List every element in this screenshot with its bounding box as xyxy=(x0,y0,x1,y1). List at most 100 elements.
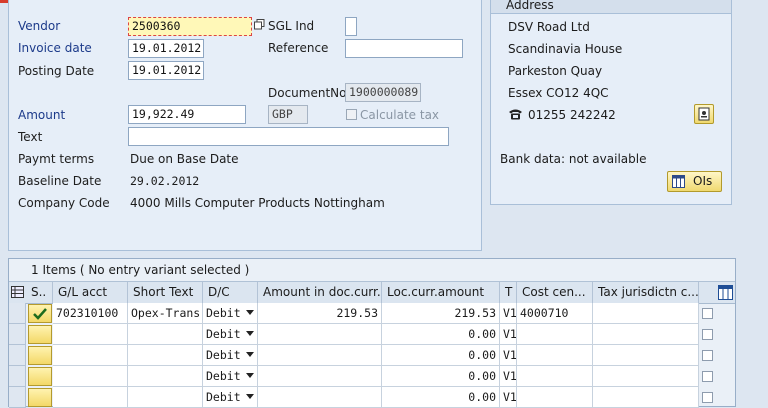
cell-amount-local[interactable]: 0.00 xyxy=(382,345,500,366)
cell-cost-center[interactable] xyxy=(517,387,593,408)
col-tax-code[interactable]: T xyxy=(500,282,517,303)
table-settings-icon[interactable] xyxy=(11,285,24,299)
cell-tax-jurisdiction[interactable] xyxy=(593,345,699,366)
row-checkbox[interactable] xyxy=(702,329,713,340)
cell-debit-credit[interactable]: Debit xyxy=(203,387,258,408)
col-gl-account[interactable]: G/L acct xyxy=(53,282,128,303)
col-status[interactable]: S.. xyxy=(26,282,53,303)
col-short-text[interactable]: Short Text xyxy=(128,282,203,303)
posting-date-input[interactable]: 19.01.2012 xyxy=(128,61,204,80)
col-amount-doc[interactable]: Amount in doc.curr. xyxy=(258,282,382,303)
cell-debit-credit-text: Debit xyxy=(206,348,241,362)
cell-amount-local[interactable]: 219.53 xyxy=(382,303,500,324)
row-status-button[interactable] xyxy=(28,388,52,407)
dropdown-arrow-icon[interactable] xyxy=(246,394,254,399)
col-cost-center[interactable]: Cost cen... xyxy=(517,282,593,303)
cell-short-text[interactable] xyxy=(128,387,203,408)
cell-tax-code[interactable]: V1 xyxy=(500,303,517,324)
bank-data-text: Bank data: not available xyxy=(500,152,647,166)
vendor-search-icon[interactable] xyxy=(254,19,265,30)
cell-tax-code[interactable]: V1 xyxy=(500,324,517,345)
cell-tax-jurisdiction[interactable] xyxy=(593,324,699,345)
row-selector[interactable] xyxy=(9,303,26,324)
cell-tax-code-text: V1 xyxy=(503,327,517,341)
cell-cost-center[interactable] xyxy=(517,324,593,345)
cell-amount-doc[interactable] xyxy=(258,345,382,366)
cell-debit-credit[interactable]: Debit xyxy=(203,324,258,345)
column-config-icon[interactable] xyxy=(718,285,733,300)
table-row[interactable]: Debit 0.00 V1 xyxy=(9,345,735,366)
table-row[interactable]: Debit 0.00 V1 xyxy=(9,324,735,345)
row-selector[interactable] xyxy=(9,387,26,408)
cell-gl-account[interactable] xyxy=(53,387,128,408)
dropdown-arrow-icon[interactable] xyxy=(246,310,254,315)
row-checkbox[interactable] xyxy=(702,308,713,319)
cell-tax-code[interactable]: V1 xyxy=(500,366,517,387)
dropdown-arrow-icon[interactable] xyxy=(246,373,254,378)
cell-cost-center[interactable]: 4000710 xyxy=(517,303,593,324)
cell-amount-doc[interactable]: 219.53 xyxy=(258,303,382,324)
row-selector[interactable] xyxy=(9,366,26,387)
open-items-button[interactable]: OIs xyxy=(667,171,722,192)
cell-cost-center[interactable] xyxy=(517,366,593,387)
cell-tax-code[interactable]: V1 xyxy=(500,345,517,366)
address-line-1: DSV Road Ltd xyxy=(508,20,590,34)
cell-tax-code[interactable]: V1 xyxy=(500,387,517,408)
col-tax-jurisdiction[interactable]: Tax jurisdictn c... xyxy=(593,282,699,303)
dropdown-arrow-icon[interactable] xyxy=(246,352,254,357)
phone-number: 01255 242242 xyxy=(528,108,616,122)
row-status-button[interactable] xyxy=(28,304,52,323)
cell-cost-center[interactable] xyxy=(517,345,593,366)
cell-short-text[interactable] xyxy=(128,366,203,387)
cell-tax-jurisdiction[interactable] xyxy=(593,366,699,387)
col-debit-credit[interactable]: D/C xyxy=(203,282,258,303)
row-status-button[interactable] xyxy=(28,325,52,344)
dropdown-arrow-icon[interactable] xyxy=(246,331,254,336)
col-amount-local[interactable]: Loc.curr.amount xyxy=(382,282,500,303)
cell-short-text[interactable] xyxy=(128,324,203,345)
cell-debit-credit[interactable]: Debit xyxy=(203,303,258,324)
cell-short-text[interactable] xyxy=(128,345,203,366)
row-checkbox[interactable] xyxy=(702,350,713,361)
row-selector[interactable] xyxy=(9,345,26,366)
cell-debit-credit[interactable]: Debit xyxy=(203,366,258,387)
cell-amount-doc[interactable] xyxy=(258,366,382,387)
cell-amount-doc[interactable] xyxy=(258,387,382,408)
text-input[interactable] xyxy=(128,127,449,146)
posting-date-label: Posting Date xyxy=(18,64,95,78)
amount-input[interactable]: 19,922.49 xyxy=(128,105,246,124)
cell-gl-account[interactable] xyxy=(53,345,128,366)
cell-short-text[interactable]: Opex-Trans... xyxy=(128,303,203,324)
address-detail-button[interactable] xyxy=(694,104,714,124)
row-status-button[interactable] xyxy=(28,367,52,386)
vendor-input[interactable]: 2500360 xyxy=(128,17,252,36)
table-row[interactable]: Debit 0.00 V1 xyxy=(9,366,735,387)
sgl-ind-label: SGL Ind xyxy=(268,19,315,33)
cell-gl-account[interactable]: 702310100 xyxy=(53,303,128,324)
sgl-ind-input[interactable] xyxy=(345,17,357,36)
table-row[interactable]: 702310100 Opex-Trans... Debit 219.53 219.53 V… xyxy=(9,303,735,324)
contact-card-icon xyxy=(698,107,710,121)
cell-amount-local[interactable]: 0.00 xyxy=(382,324,500,345)
table-row[interactable]: Debit 0.00 V1 xyxy=(9,387,735,408)
cell-gl-account[interactable] xyxy=(53,324,128,345)
items-table: 1 Items ( No entry variant selected ) S.… xyxy=(8,258,736,408)
cell-amount-doc[interactable] xyxy=(258,324,382,345)
cell-tax-jurisdiction[interactable] xyxy=(593,303,699,324)
cell-amount-local[interactable]: 0.00 xyxy=(382,387,500,408)
cell-gl-account[interactable] xyxy=(53,366,128,387)
cell-debit-credit[interactable]: Debit xyxy=(203,345,258,366)
row-checkbox[interactable] xyxy=(702,392,713,403)
row-status-button[interactable] xyxy=(28,346,52,365)
cell-amount-doc-text: 219.53 xyxy=(336,306,378,320)
cell-tax-jurisdiction[interactable] xyxy=(593,387,699,408)
reference-input[interactable] xyxy=(345,39,463,58)
invoice-date-input[interactable]: 19.01.2012 xyxy=(128,39,204,58)
baseline-date-label: Baseline Date xyxy=(18,174,102,188)
row-selector[interactable] xyxy=(9,324,26,345)
company-code-value: 4000 Mills Computer Products Nottingham xyxy=(130,196,385,210)
document-no-field: 1900000089 xyxy=(345,83,421,102)
cell-amount-local[interactable]: 0.00 xyxy=(382,366,500,387)
calculate-tax-checkbox[interactable] xyxy=(346,109,357,120)
row-checkbox[interactable] xyxy=(702,371,713,382)
